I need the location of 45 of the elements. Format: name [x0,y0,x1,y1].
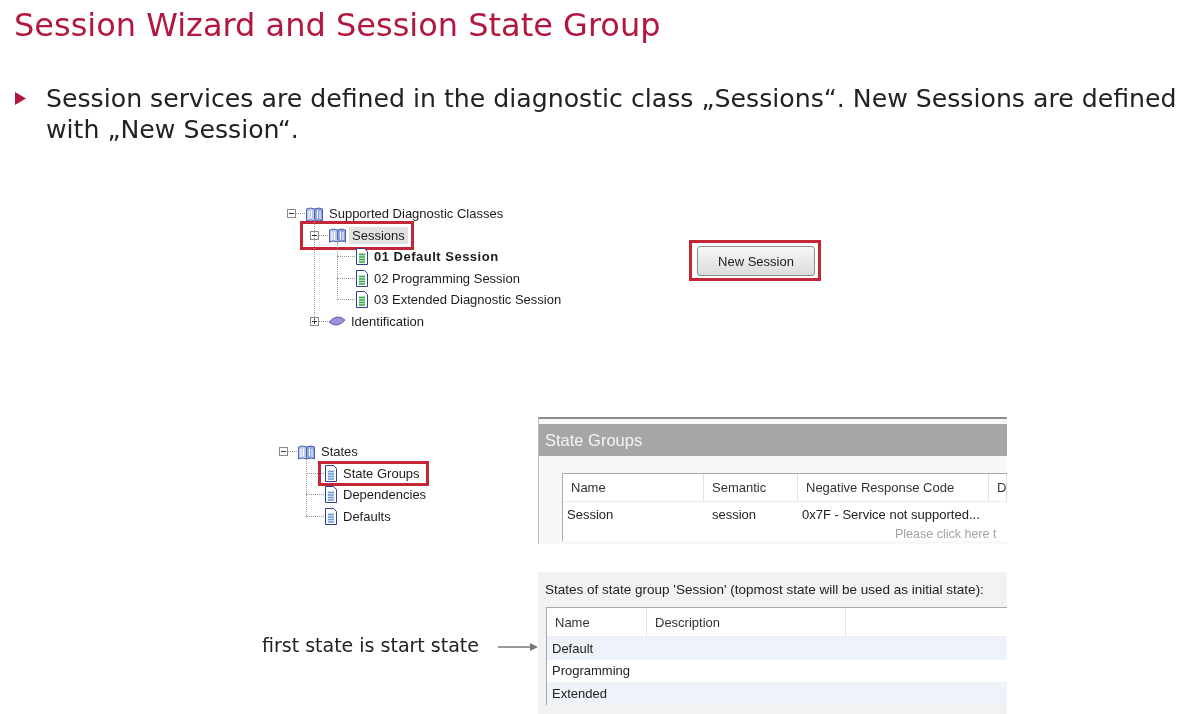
lozenge-icon [328,315,346,328]
tree-item[interactable]: Supported Diagnostic Classes [326,205,507,223]
document-icon [355,269,369,287]
tree-item[interactable]: States [318,443,361,461]
column-header[interactable]: Description [647,608,846,636]
tree-item[interactable]: State Groups [340,464,423,482]
tree-item[interactable]: 03 Extended Diagnostic Session [371,291,565,309]
tree-item[interactable]: Identification [348,312,427,330]
book-icon [305,205,324,222]
slide-title: Session Wizard and Session State Group [13,5,661,44]
hint-text: Please click here t [894,527,998,541]
minus-box-icon[interactable] [287,209,296,219]
column-header[interactable]: D [989,474,1007,501]
panel-title: State Groups [539,424,1007,456]
book-icon [328,227,347,244]
panel-caption: States of state group 'Session' (topmost state will be used as initial state): [545,582,985,598]
book-icon [297,443,316,460]
table-cell-text: Programming [551,662,632,681]
table-cell-text: Default [551,639,595,658]
document-icon [324,464,338,482]
document-icon [355,248,369,266]
minus-box-icon[interactable] [279,447,288,457]
annotation-text: first state is start state [262,634,479,656]
tree-item[interactable]: Dependencies [340,486,430,504]
column-header[interactable]: Name [563,474,704,501]
tree-item[interactable]: Defaults [340,507,394,525]
document-icon [355,291,369,309]
minus-box-icon[interactable] [310,230,319,240]
table-cell-text: session [711,506,758,524]
tree-item[interactable]: Sessions [349,226,408,244]
tree-item[interactable]: 01 Default Session [371,248,502,266]
document-icon [324,507,338,525]
table-cell-text: 0x7F - Service not supported... [801,506,981,524]
column-header[interactable]: Semantic [704,474,798,501]
bullet-icon [15,92,26,105]
tree-item[interactable]: 02 Programming Session [371,269,523,287]
table-cell-text: Extended [551,684,608,703]
bullet-text: Session services are defined in the diagnostic class „Sessions“. New Sessions are defined with „New Session“. [46,83,1178,145]
arrow-icon [498,642,538,652]
new-session-button[interactable]: New Session [697,246,815,276]
column-header[interactable]: Negative Response Code [798,474,989,501]
table-cell-text: Session [566,506,615,524]
plus-box-icon[interactable] [310,316,319,326]
column-header[interactable]: Name [547,608,647,636]
document-icon [324,486,338,504]
